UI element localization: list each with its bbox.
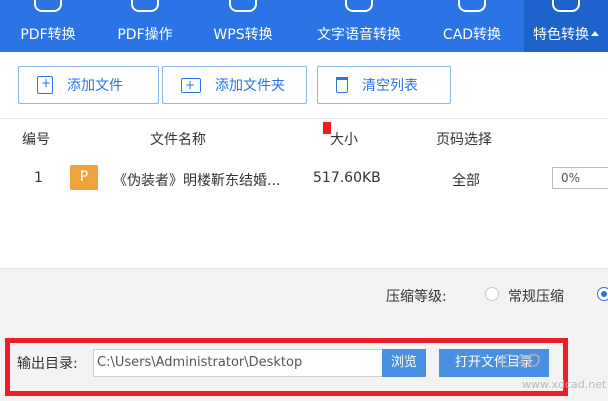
trash-icon: [336, 77, 348, 93]
row-file-name: 《伪装者》明楼靳东结婚...: [113, 173, 281, 189]
tab-label: 特色转换: [533, 27, 589, 43]
browse-button[interactable]: 浏览: [382, 349, 426, 377]
header-index: 编号: [22, 132, 50, 148]
red-highlight-mark: [323, 122, 331, 134]
tab-label: PDF操作: [117, 27, 173, 43]
row-progress: 0%: [552, 167, 608, 189]
compression-label: 压缩等级:: [386, 289, 447, 305]
watermark-logo: CAD: [500, 351, 542, 372]
pdf-convert-icon: [34, 0, 62, 12]
add-file-icon: [37, 76, 53, 94]
clear-list-button[interactable]: 清空列表: [317, 66, 451, 104]
add-folder-label: 添加文件夹: [215, 78, 285, 94]
file-table-header: 编号 文件名称 大小 页码选择: [0, 118, 608, 154]
pdf-operate-icon: [131, 0, 159, 12]
tab-wps-convert[interactable]: WPS转换: [200, 0, 286, 52]
compression-bar: 压缩等级: 常规压缩: [0, 268, 608, 318]
tab-label: PDF转换: [20, 27, 76, 43]
output-path-field[interactable]: C:\Users\Administrator\Desktop: [93, 349, 383, 377]
add-file-button[interactable]: 添加文件: [18, 66, 159, 104]
ppt-file-icon: P: [70, 165, 98, 190]
row-page-selection[interactable]: 全部: [452, 170, 480, 190]
table-row[interactable]: 1 P 《伪装者》明楼靳东结婚... 517.60KB 全部 0%: [0, 160, 608, 196]
output-dir-label: 输出目录:: [17, 356, 78, 372]
tab-text-speech[interactable]: 文字语音转换: [304, 0, 414, 52]
radio-normal-compress[interactable]: [485, 287, 499, 301]
tab-label: 文字语音转换: [317, 27, 401, 43]
tab-label: CAD转换: [442, 27, 502, 43]
row-index: 1: [34, 170, 43, 186]
radio-compress-selected[interactable]: [597, 287, 608, 301]
add-file-label: 添加文件: [67, 78, 123, 94]
caret-up-icon: [591, 31, 599, 36]
wps-icon: [229, 0, 257, 12]
tab-pdf-operate[interactable]: PDF操作: [104, 0, 186, 52]
toolbar: 添加文件 添加文件夹 清空列表: [0, 52, 608, 118]
tab-cad-convert[interactable]: CAD转换: [430, 0, 514, 52]
header-size: 大小: [330, 132, 358, 148]
speech-icon: [345, 0, 373, 12]
clear-list-label: 清空列表: [362, 78, 418, 94]
cad-icon: [458, 0, 486, 12]
header-page: 页码选择: [436, 132, 492, 148]
row-file-size: 517.60KB: [313, 170, 381, 186]
add-folder-icon: [181, 77, 201, 93]
special-convert-icon: [552, 0, 580, 12]
normal-compress-label: 常规压缩: [508, 289, 564, 305]
header-name: 文件名称: [150, 132, 206, 148]
top-tab-bar: PDF转换 PDF操作 WPS转换 文字语音转换 CAD转换 特色转换: [0, 0, 608, 52]
add-folder-button[interactable]: 添加文件夹: [162, 66, 307, 104]
tab-pdf-convert[interactable]: PDF转换: [0, 0, 96, 52]
tab-special-convert[interactable]: 特色转换: [524, 0, 608, 52]
watermark-url: www.xdcad.net: [522, 378, 607, 391]
tab-label: WPS转换: [213, 27, 273, 43]
tab-label-wrap: 特色转换: [524, 24, 608, 44]
